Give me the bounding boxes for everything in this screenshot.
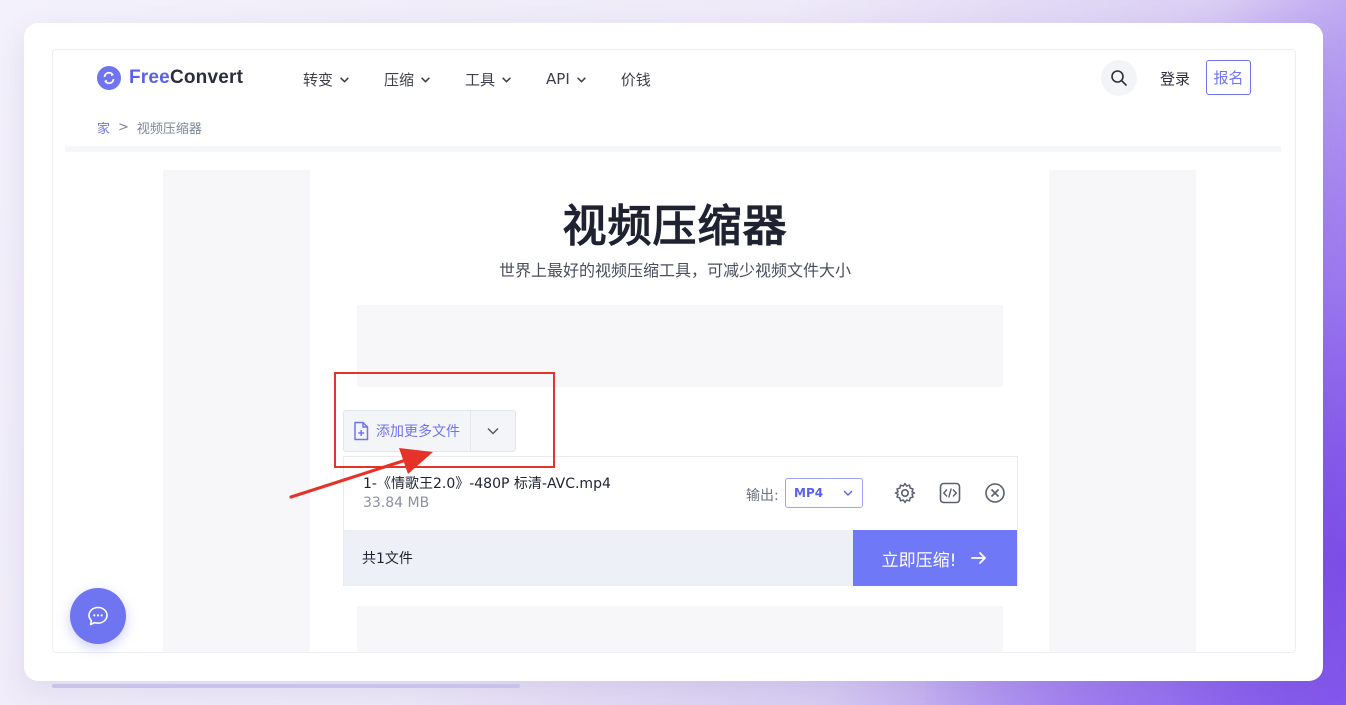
embed-code-button[interactable] [937, 480, 963, 506]
compress-now-button[interactable]: 立即压缩! [853, 530, 1017, 586]
header-divider [65, 146, 1281, 152]
logo[interactable]: FreeConvert [97, 66, 243, 90]
nav-label: 工具 [465, 70, 496, 89]
compress-now-label: 立即压缩! [881, 550, 957, 571]
nav-label: 压缩 [384, 70, 415, 89]
gear-icon [894, 482, 916, 504]
breadcrumb-separator: > [118, 120, 129, 135]
output-label: 输出: [746, 488, 779, 504]
page-subtitle: 世界上最好的视频压缩工具，可减少视频文件大小 [498, 261, 851, 280]
chat-bubble-icon [88, 606, 108, 626]
nav-label: API [546, 70, 570, 88]
breadcrumb: 家 > 视频压缩器 [97, 118, 202, 137]
file-footer: 共1文件 立即压缩! [344, 530, 1017, 586]
signup-button[interactable]: 报名 [1206, 60, 1251, 95]
settings-button[interactable] [892, 480, 918, 506]
search-icon [1111, 70, 1127, 86]
login-link[interactable]: 登录 [1160, 68, 1190, 89]
search-button[interactable] [1101, 60, 1137, 96]
browser-window: FreeConvert 转变 压缩 工具 API 价钱 登录 报名 家 > 视频… [24, 23, 1323, 681]
main-nav: 转变 压缩 工具 API 价钱 [303, 66, 685, 92]
chevron-down-icon [340, 76, 349, 83]
output-format-select[interactable]: MP4 [785, 478, 863, 508]
code-icon [939, 482, 961, 504]
nav-item-pricing[interactable]: 价钱 [621, 66, 651, 92]
scroll-indicator [52, 684, 520, 688]
output-format-value: MP4 [794, 486, 824, 500]
arrow-right-icon [971, 552, 987, 564]
nav-item-convert[interactable]: 转变 [303, 66, 350, 92]
chevron-down-icon [421, 76, 430, 83]
chevron-down-icon [576, 76, 586, 83]
file-count: 共1文件 [362, 551, 413, 567]
nav-item-tools[interactable]: 工具 [465, 66, 512, 92]
nav-label: 价钱 [620, 70, 651, 89]
nav-label: 转变 [303, 70, 334, 89]
breadcrumb-current: 视频压缩器 [136, 122, 202, 137]
logo-refresh-icon [97, 66, 121, 90]
ad-placeholder-bottom [357, 606, 1003, 652]
chevron-down-icon [843, 490, 853, 496]
remove-file-button[interactable] [982, 480, 1008, 506]
page-title: 视频压缩器 [562, 201, 788, 252]
chevron-down-icon [502, 76, 511, 83]
nav-item-compress[interactable]: 压缩 [384, 66, 431, 92]
chat-button[interactable] [70, 588, 126, 644]
annotation-arrow-icon [289, 448, 433, 499]
breadcrumb-home[interactable]: 家 [97, 118, 110, 137]
close-circle-icon [985, 483, 1005, 503]
page: FreeConvert 转变 压缩 工具 API 价钱 登录 报名 家 > 视频… [52, 49, 1296, 653]
logo-text: FreeConvert [129, 67, 244, 88]
nav-item-api[interactable]: API [546, 66, 587, 92]
